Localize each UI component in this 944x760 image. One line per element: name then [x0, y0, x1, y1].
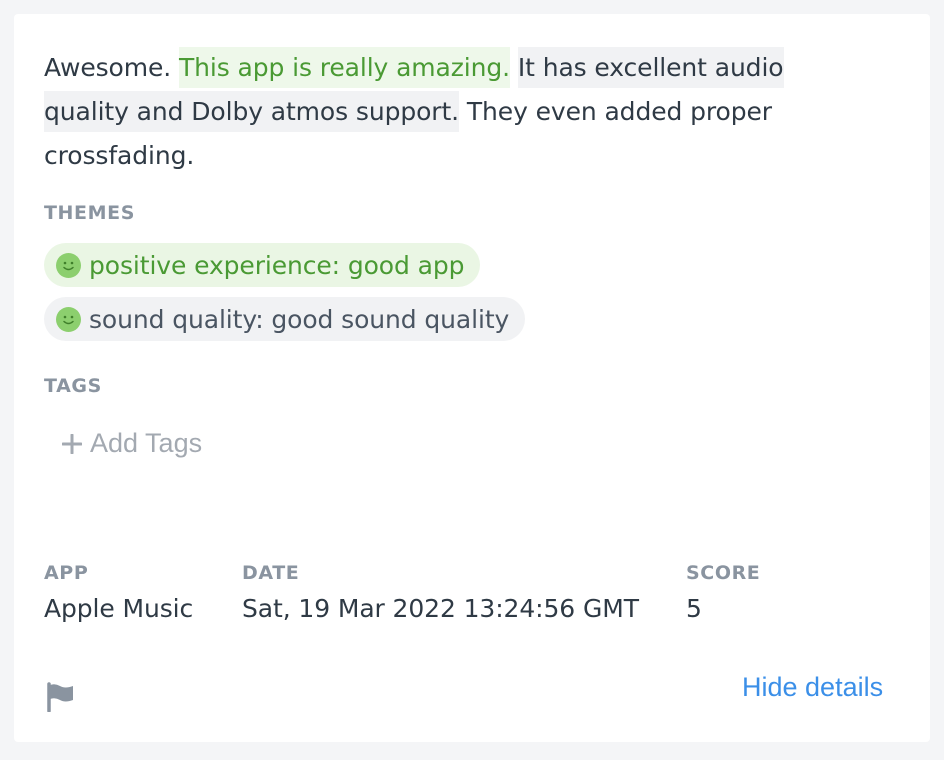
theme-chip-label: positive experience: good app — [89, 250, 465, 280]
flag-icon[interactable] — [46, 682, 76, 716]
review-card: Awesome. This app is really amazing. It … — [14, 14, 930, 742]
theme-chip-sound-quality[interactable]: sound quality: good sound quality — [44, 297, 526, 341]
plus-icon — [62, 433, 82, 454]
theme-chip-label: sound quality: good sound quality — [89, 304, 510, 334]
theme-chip-positive-experience[interactable]: positive experience: good app — [44, 243, 481, 287]
add-tags-button[interactable]: Add Tags — [62, 428, 202, 459]
review-text-segment: Awesome. — [44, 53, 179, 82]
date-label: DATE — [242, 562, 300, 584]
score-label: SCORE — [686, 562, 761, 584]
hide-details-link[interactable]: Hide details — [742, 672, 883, 703]
smiley-face-icon — [56, 252, 81, 278]
score-value: 5 — [686, 594, 702, 623]
themes-label: THEMES — [44, 202, 136, 224]
review-text: Awesome. This app is really amazing. It … — [44, 46, 844, 178]
tags-label: TAGS — [44, 375, 102, 397]
app-value: Apple Music — [44, 594, 194, 623]
smiley-face-icon — [56, 306, 81, 332]
add-tags-label: Add Tags — [90, 428, 203, 458]
date-value: Sat, 19 Mar 2022 13:24:56 GMT — [242, 594, 639, 623]
app-label: APP — [44, 562, 89, 584]
review-text-segment — [510, 53, 518, 82]
highlight-positive-experience[interactable]: This app is really amazing. — [178, 47, 510, 88]
